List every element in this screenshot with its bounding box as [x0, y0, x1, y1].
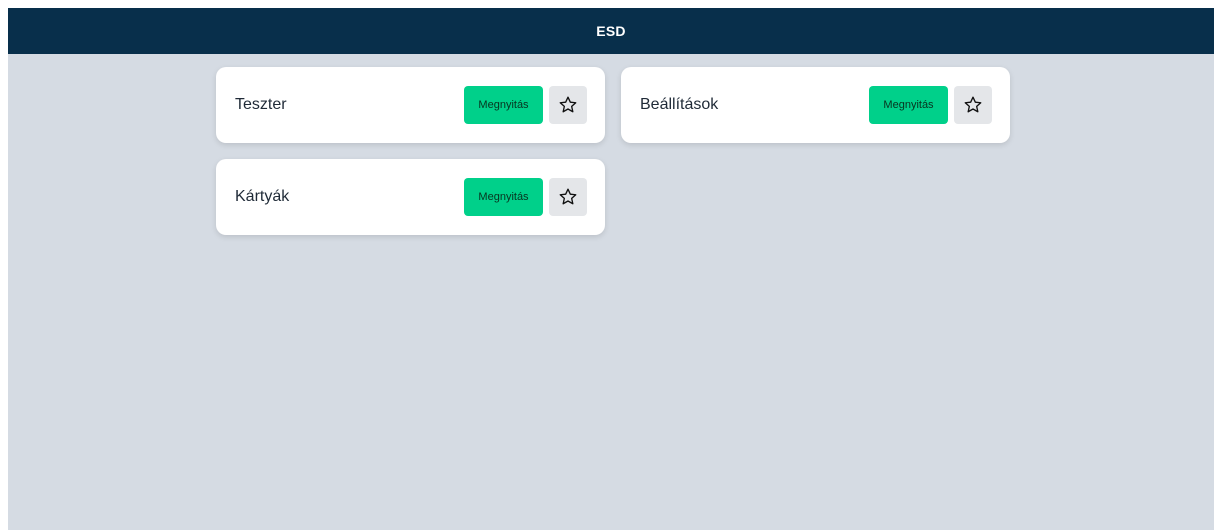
open-button[interactable]: Megnyitás: [869, 86, 948, 124]
star-outline-icon: [559, 188, 577, 205]
app-title: ESD: [596, 23, 626, 39]
favorite-button[interactable]: [549, 178, 587, 216]
app-card-kartyak: Kártyák Megnyitás: [216, 159, 605, 235]
app-card-teszter: Teszter Megnyitás: [216, 67, 605, 143]
card-title: Kártyák: [235, 188, 290, 205]
card-grid: Teszter Megnyitás Beállítások Megnyitás …: [216, 67, 1010, 235]
top-bar: ESD: [8, 8, 1214, 54]
card-title: Teszter: [235, 96, 287, 113]
app-card-beallitasok: Beállítások Megnyitás: [621, 67, 1010, 143]
open-button[interactable]: Megnyitás: [464, 178, 543, 216]
star-outline-icon: [559, 96, 577, 113]
favorite-button[interactable]: [954, 86, 992, 124]
app-frame: ESD Teszter Megnyitás Beállítások Megnyi…: [8, 8, 1214, 530]
card-title: Beállítások: [640, 96, 719, 113]
star-outline-icon: [964, 96, 982, 113]
favorite-button[interactable]: [549, 86, 587, 124]
open-button[interactable]: Megnyitás: [464, 86, 543, 124]
